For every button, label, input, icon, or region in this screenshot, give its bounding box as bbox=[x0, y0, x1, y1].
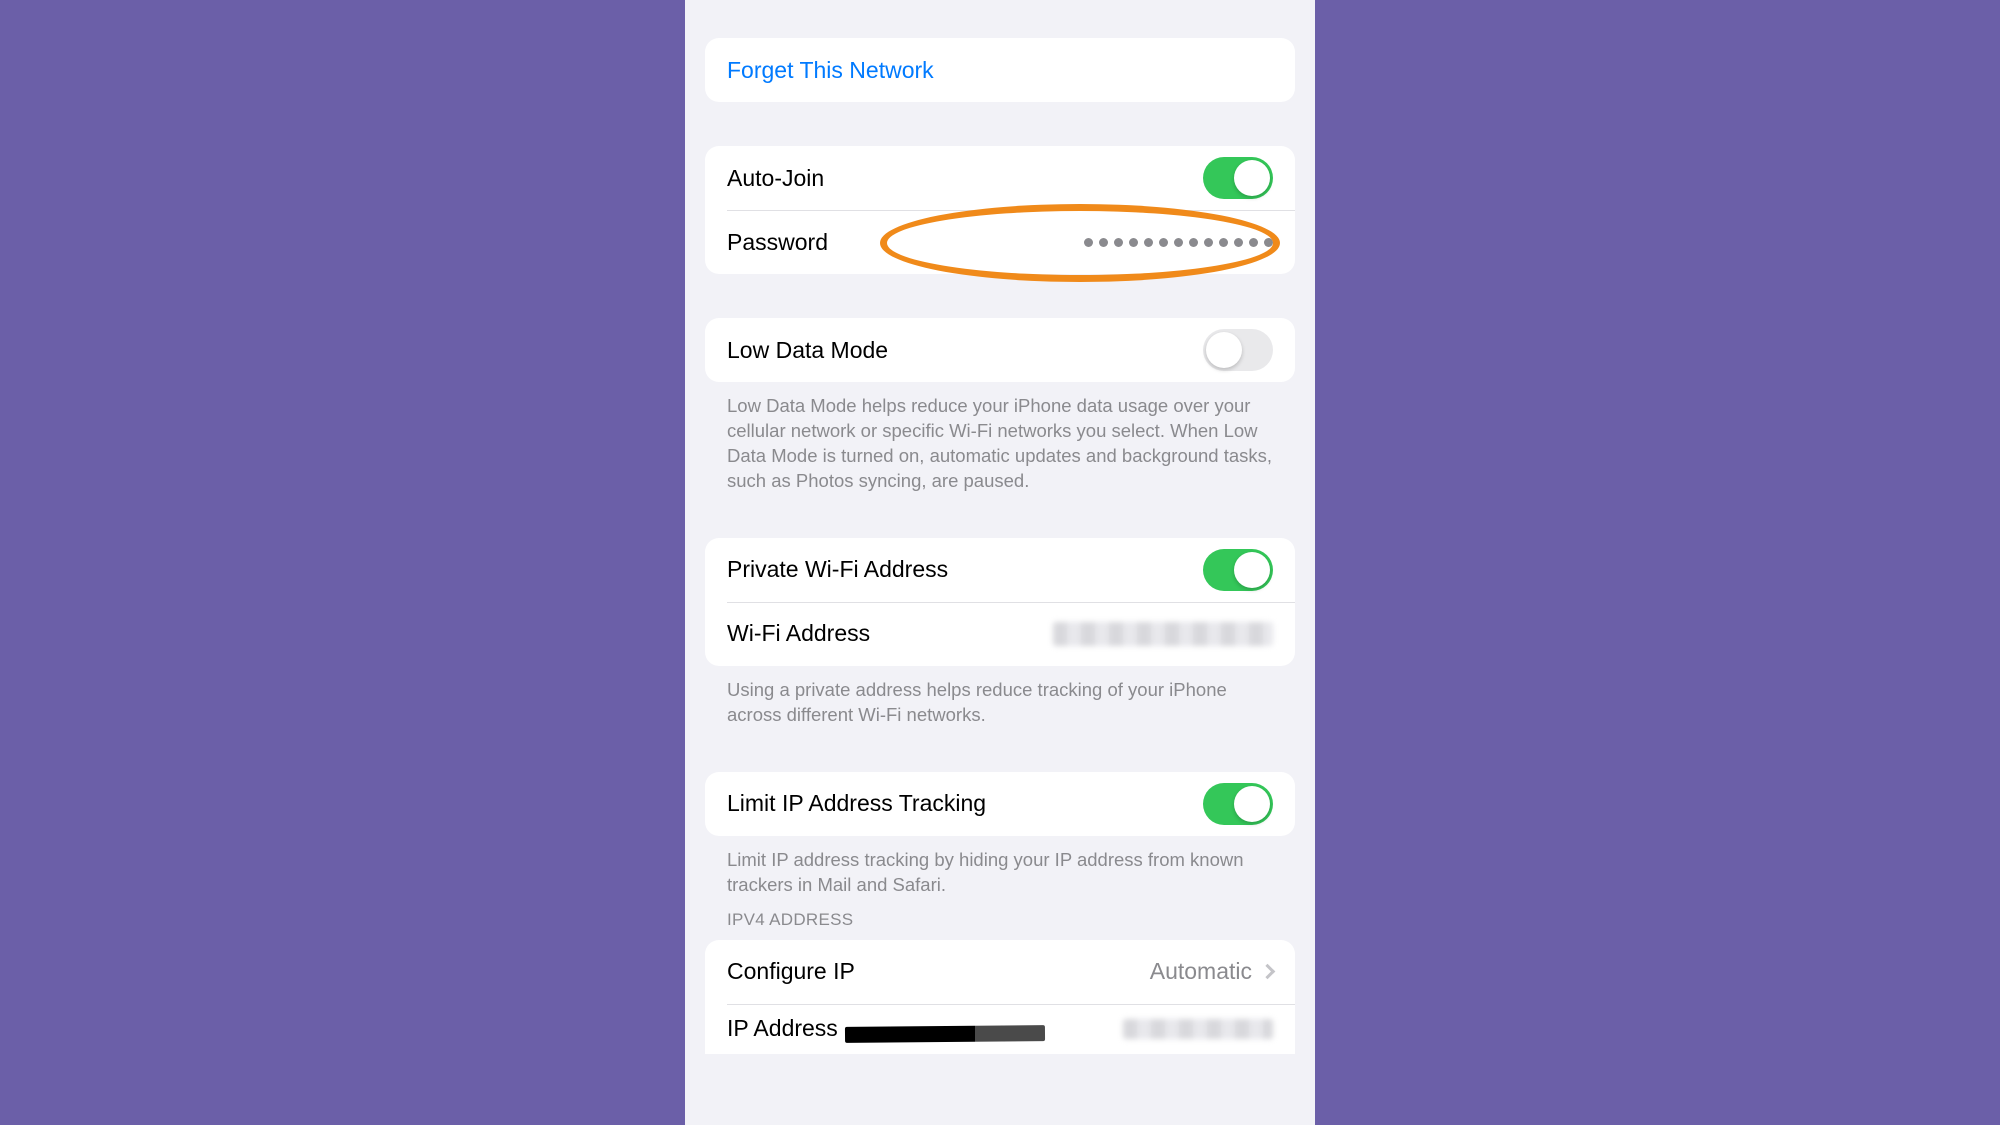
settings-panel: Forget This Network Auto-Join Password L… bbox=[685, 0, 1315, 1125]
chevron-right-icon bbox=[1260, 964, 1276, 980]
auto-join-row: Auto-Join bbox=[705, 146, 1295, 210]
configure-ip-right: Automatic bbox=[1150, 958, 1273, 985]
auto-join-group: Auto-Join Password bbox=[705, 146, 1295, 274]
wifi-address-row: Wi-Fi Address bbox=[705, 602, 1295, 666]
annotation-redaction-bar bbox=[845, 1025, 1045, 1043]
ipv4-group: Configure IP Automatic IP Address bbox=[705, 940, 1295, 1054]
auto-join-label: Auto-Join bbox=[727, 165, 824, 192]
low-data-row: Low Data Mode bbox=[705, 318, 1295, 382]
auto-join-toggle[interactable] bbox=[1203, 157, 1273, 199]
private-address-group: Private Wi-Fi Address Wi-Fi Address bbox=[705, 538, 1295, 666]
configure-ip-value: Automatic bbox=[1150, 958, 1252, 985]
configure-ip-label: Configure IP bbox=[727, 958, 855, 985]
forget-network-button[interactable]: Forget This Network bbox=[705, 38, 1295, 102]
limit-ip-group: Limit IP Address Tracking bbox=[705, 772, 1295, 836]
wifi-address-value-redacted bbox=[1053, 622, 1273, 646]
forget-network-label: Forget This Network bbox=[727, 57, 934, 84]
low-data-toggle[interactable] bbox=[1203, 329, 1273, 371]
password-masked-value bbox=[1084, 238, 1273, 247]
configure-ip-row[interactable]: Configure IP Automatic bbox=[705, 940, 1295, 1004]
password-row[interactable]: Password bbox=[705, 210, 1295, 274]
ip-address-row: IP Address bbox=[705, 1004, 1295, 1054]
ipv4-section-header: IPV4 Address bbox=[705, 910, 1295, 930]
ip-address-value-redacted bbox=[1123, 1019, 1273, 1039]
private-address-label: Private Wi-Fi Address bbox=[727, 556, 948, 583]
limit-ip-toggle[interactable] bbox=[1203, 783, 1273, 825]
wifi-address-label: Wi-Fi Address bbox=[727, 620, 870, 647]
private-address-toggle[interactable] bbox=[1203, 549, 1273, 591]
private-address-row: Private Wi-Fi Address bbox=[705, 538, 1295, 602]
limit-ip-footer: Limit IP address tracking by hiding your… bbox=[705, 848, 1295, 898]
password-label: Password bbox=[727, 229, 828, 256]
forget-network-group: Forget This Network bbox=[705, 38, 1295, 102]
ip-address-label: IP Address bbox=[727, 1015, 838, 1042]
low-data-group: Low Data Mode bbox=[705, 318, 1295, 382]
private-address-footer: Using a private address helps reduce tra… bbox=[705, 678, 1295, 728]
limit-ip-label: Limit IP Address Tracking bbox=[727, 790, 986, 817]
low-data-footer: Low Data Mode helps reduce your iPhone d… bbox=[705, 394, 1295, 494]
limit-ip-row: Limit IP Address Tracking bbox=[705, 772, 1295, 836]
low-data-label: Low Data Mode bbox=[727, 337, 888, 364]
